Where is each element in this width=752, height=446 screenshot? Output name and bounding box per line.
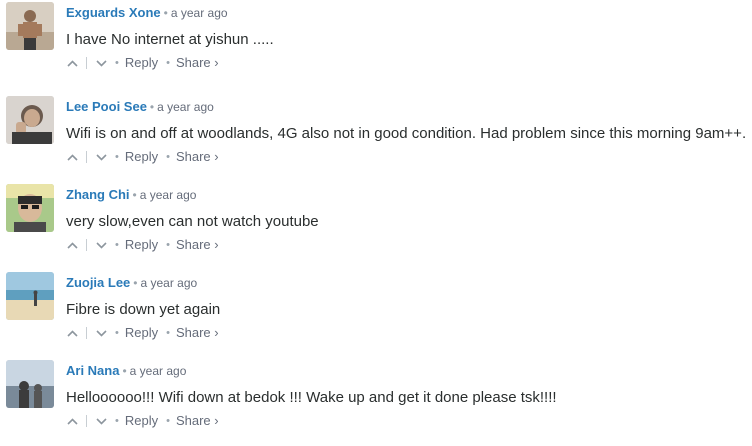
avatar[interactable] [6,272,54,320]
vote-divider [86,415,87,427]
comment-item: Zuojia Lee • a year ago Fibre is down yet … [0,270,752,358]
share-link[interactable]: Share › [176,148,219,166]
upvote-button[interactable] [66,412,78,430]
author-name[interactable]: Lee Pooi See [66,99,147,114]
chevron-down-icon [95,59,107,67]
share-link[interactable]: Share › [176,54,219,72]
reply-link[interactable]: Reply [125,54,158,72]
avatar[interactable] [6,184,54,232]
separator-dot: • [115,327,119,339]
comment-text: Helloooooo!!! Wifi down at bedok !!! Wak… [66,389,557,406]
separator-dot: • [149,100,155,114]
avatar[interactable] [6,96,54,144]
avatar-photo [6,272,54,320]
comment-item: Ari Nana • a year ago Helloooooo!!! Wifi d… [0,358,752,446]
chevron-down-icon [95,153,107,161]
share-link[interactable]: Share › [176,412,219,430]
avatar-photo [6,184,54,232]
avatar[interactable] [6,360,54,408]
avatar-photo [6,2,54,50]
comment-actions: • Reply • Share › [66,412,219,430]
comment-text: I have No internet at yishun ..... [66,31,274,48]
downvote-button[interactable] [95,236,107,254]
avatar[interactable] [6,2,54,50]
upvote-button[interactable] [66,236,78,254]
comment-item: Exguards Xone • a year ago I have No inter… [0,0,752,88]
comment-header: Zuojia Lee • a year ago [66,274,197,292]
vote-divider [86,239,87,251]
chevron-up-icon [66,329,78,337]
timestamp[interactable]: a year ago [141,276,198,290]
comment-actions: • Reply • Share › [66,324,219,342]
upvote-button[interactable] [66,324,78,342]
separator-dot: • [166,239,170,251]
separator-dot: • [166,327,170,339]
reply-link[interactable]: Reply [125,148,158,166]
author-name[interactable]: Zuojia Lee [66,275,130,290]
comment-header: Zhang Chi • a year ago [66,186,196,204]
comment-header: Lee Pooi See • a year ago [66,98,214,116]
reply-link[interactable]: Reply [125,236,158,254]
timestamp[interactable]: a year ago [171,6,228,20]
downvote-button[interactable] [95,324,107,342]
upvote-button[interactable] [66,148,78,166]
chevron-up-icon [66,417,78,425]
comment-text: Fibre is down yet again [66,301,221,318]
comment-actions: • Reply • Share › [66,54,219,72]
separator-dot: • [115,57,119,69]
separator-dot: • [166,57,170,69]
timestamp[interactable]: a year ago [140,188,197,202]
share-link[interactable]: Share › [176,324,219,342]
separator-dot: • [166,415,170,427]
separator-dot: • [166,151,170,163]
author-name[interactable]: Ari Nana [66,363,119,378]
comment-actions: • Reply • Share › [66,236,219,254]
comment-header: Exguards Xone • a year ago [66,4,228,22]
comment-item: Zhang Chi • a year ago very slow,even can … [0,182,752,270]
chevron-up-icon [66,241,78,249]
comment-text: very slow,even can not watch youtube [66,213,319,230]
chevron-up-icon [66,153,78,161]
vote-divider [86,327,87,339]
downvote-button[interactable] [95,148,107,166]
avatar-photo [6,360,54,408]
comment-item: Lee Pooi See • a year ago Wifi is on and o… [0,94,752,182]
comment-actions: • Reply • Share › [66,148,219,166]
reply-link[interactable]: Reply [125,324,158,342]
comment-header: Ari Nana • a year ago [66,362,186,380]
reply-link[interactable]: Reply [125,412,158,430]
separator-dot: • [133,276,138,290]
separator-dot: • [132,188,137,202]
separator-dot: • [163,6,168,20]
separator-dot: • [115,415,119,427]
chevron-down-icon [95,329,107,337]
share-link[interactable]: Share › [176,236,219,254]
chevron-down-icon [95,241,107,249]
vote-divider [86,151,87,163]
author-name[interactable]: Zhang Chi [66,187,130,202]
downvote-button[interactable] [95,54,107,72]
separator-dot: • [115,239,119,251]
timestamp[interactable]: a year ago [130,364,187,378]
chevron-down-icon [95,417,107,425]
vote-divider [86,57,87,69]
upvote-button[interactable] [66,54,78,72]
author-name[interactable]: Exguards Xone [66,5,161,20]
chevron-up-icon [66,59,78,67]
separator-dot: • [115,151,119,163]
avatar-photo [6,96,54,144]
timestamp[interactable]: a year ago [157,100,214,114]
separator-dot: • [122,364,127,378]
comment-text: Wifi is on and off at woodlands, 4G also… [66,125,747,142]
downvote-button[interactable] [95,412,107,430]
